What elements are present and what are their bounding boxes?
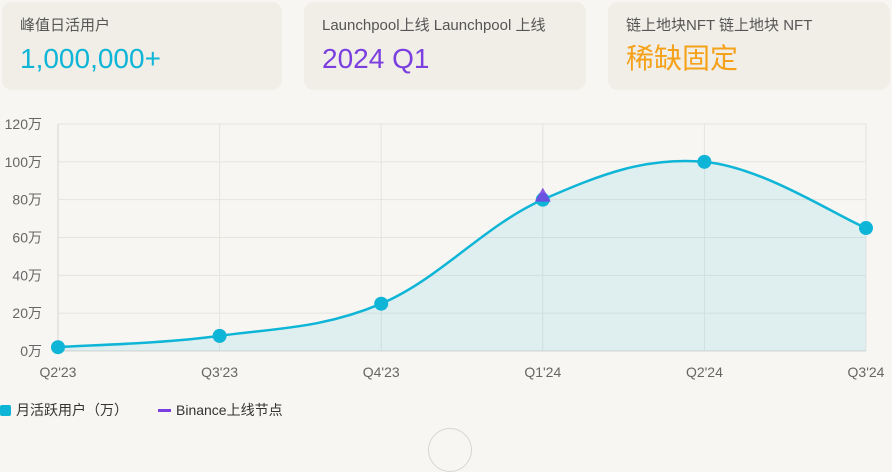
stat-card-value: 1,000,000+ (20, 43, 161, 74)
mau-area-chart: 0万 20万 40万 60万 80万 100万 120万 Q2'23 Q3'23 Q4'23 Q1'… (5, 116, 885, 380)
legend-item-binance[interactable]: Binance上线节点 (158, 400, 283, 420)
stat-cards: 峰值日活用户 1,000,000+ Launchpool上线 Launchpoo… (0, 0, 892, 92)
y-tick-label: 40万 (12, 267, 42, 283)
stat-card-label: Launchpool上线 Launchpool 上线 (322, 17, 546, 34)
data-point-mau (212, 328, 227, 343)
data-point-mau (51, 340, 65, 355)
marker-binance-listing (534, 187, 551, 202)
chart-legend: 月活跃用户（万） Binance上线节点 (0, 400, 892, 420)
stat-card-launchpool: Launchpool上线 Launchpool 上线 2024 Q1 (304, 2, 586, 90)
series-area-mau (58, 160, 866, 351)
legend-item-mau[interactable]: 月活跃用户（万） (0, 400, 128, 420)
stat-card-value: 稀缺固定 (626, 43, 739, 74)
x-tick-label: Q4'23 (363, 364, 400, 380)
data-point-mau (374, 296, 389, 311)
stat-card-label: 链上地块NFT 链上地块 NFT (626, 17, 813, 34)
stat-card-peak-dau: 峰值日活用户 1,000,000+ (2, 2, 282, 90)
y-tick-label: 0万 (20, 343, 42, 359)
stat-card-value: 2024 Q1 (322, 43, 430, 74)
data-point-mau (697, 154, 712, 169)
x-tick-label: Q1'24 (524, 364, 561, 380)
data-point-mau (859, 221, 873, 236)
y-tick-label: 20万 (12, 305, 42, 321)
x-tick-label: Q3'23 (201, 364, 238, 380)
scroll-down-button[interactable] (428, 428, 472, 472)
stat-card-label: 峰值日活用户 (20, 17, 111, 34)
legend-label: Binance上线节点 (176, 402, 283, 418)
y-tick-label: 120万 (5, 116, 42, 132)
legend-swatch-binance (158, 408, 171, 412)
legend-swatch-mau (0, 404, 11, 416)
y-tick-label: 80万 (12, 192, 42, 208)
y-tick-label: 60万 (12, 230, 42, 246)
x-tick-label: Q2'23 (40, 364, 77, 380)
x-tick-label: Q2'24 (686, 364, 723, 380)
x-tick-label: Q3'24 (848, 364, 885, 380)
stat-card-nft: 链上地块NFT 链上地块 NFT 稀缺固定 (608, 2, 890, 90)
legend-label: 月活跃用户（万） (16, 402, 128, 418)
y-tick-label: 100万 (5, 154, 42, 170)
